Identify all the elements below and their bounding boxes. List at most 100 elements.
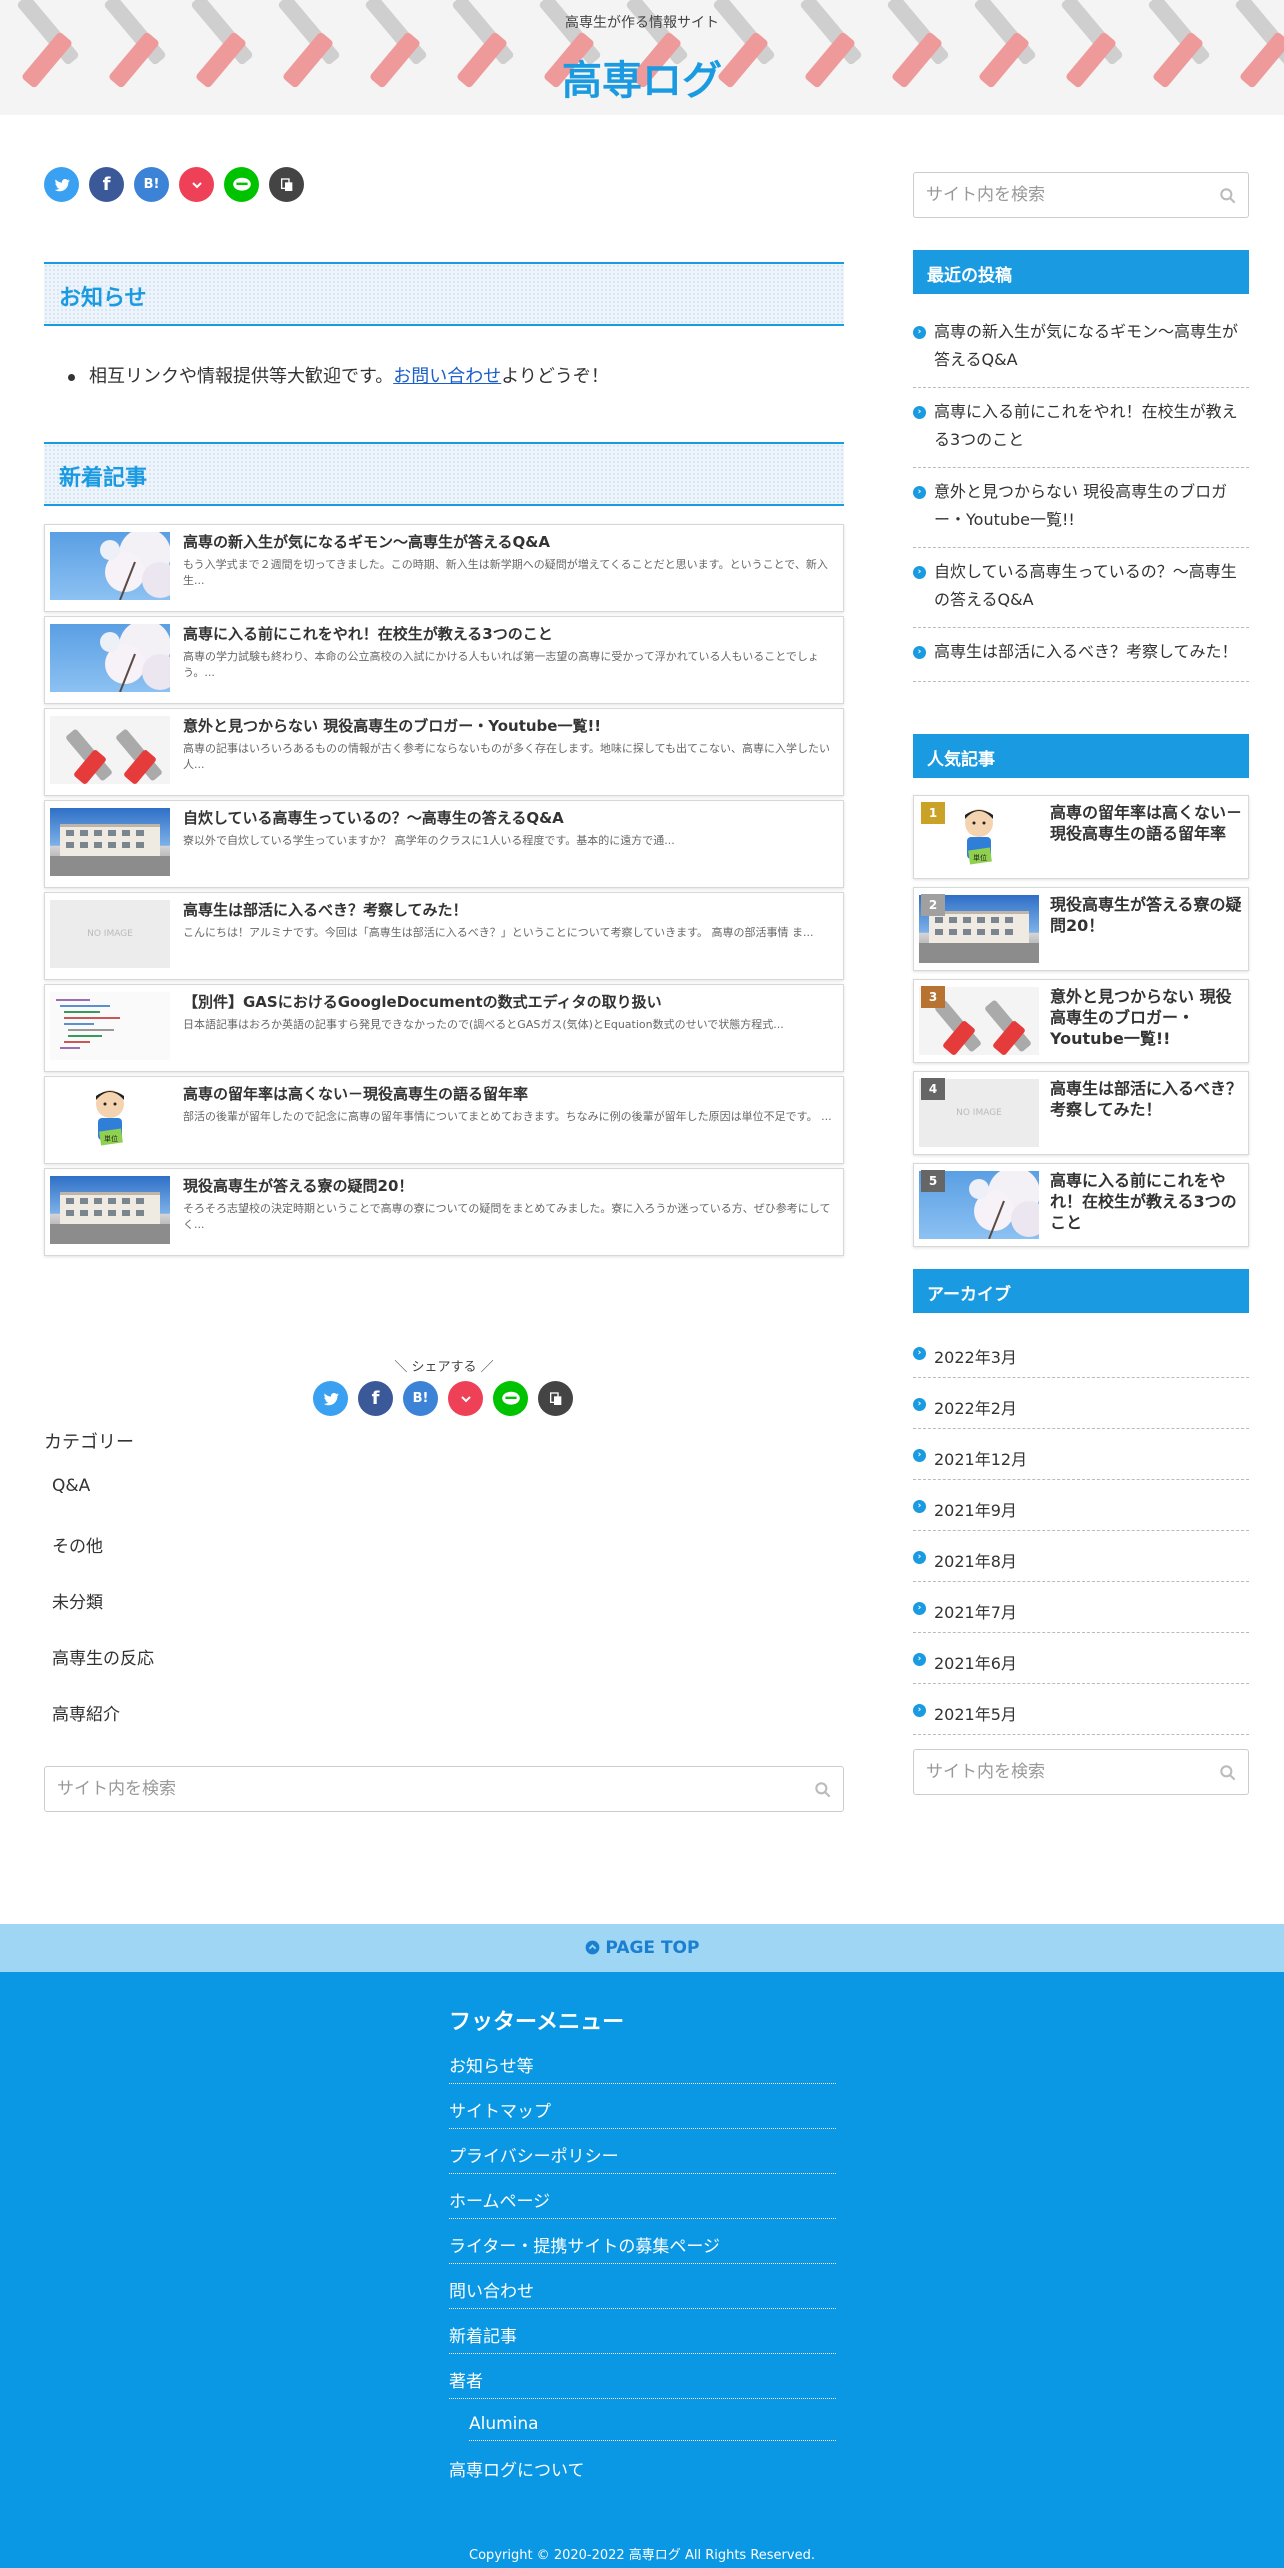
category-link[interactable]: Q&A	[52, 1476, 90, 1496]
facebook-share-button[interactable]: f	[89, 167, 124, 202]
recent-post-link[interactable]: › 高専に入る前にこれをやれ！在校生が教える3つのこと	[913, 398, 1249, 468]
footer-menu-link[interactable]: 著者	[449, 2367, 836, 2399]
cherry-blossom-thumbnail[interactable]	[50, 624, 170, 692]
pocket-share-button[interactable]	[179, 167, 214, 202]
popular-post-card[interactable]: 3 意外と見つからない 現役高専生のブロガー・Youtube一覧!!	[913, 979, 1249, 1063]
popular-post-title[interactable]: 意外と見つからない 現役高専生のブロガー・Youtube一覧!!	[1050, 986, 1242, 1049]
footer-menu-link[interactable]: ホームページ	[449, 2187, 836, 2219]
archive-link[interactable]: › 2021年7月	[913, 1582, 1249, 1633]
article-title[interactable]: 高専の新入生が気になるギモン～高専生が答えるQ&A	[183, 531, 833, 552]
facebook-share-button[interactable]: f	[358, 1381, 393, 1416]
twitter-share-button[interactable]	[313, 1381, 348, 1416]
footer-menu-link[interactable]: サイトマップ	[449, 2097, 836, 2129]
article-card[interactable]: 自炊している高専生っているの？～高専生の答えるQ&A 寮以外で自炊している学生って…	[44, 800, 844, 888]
page-top-label: PAGE TOP	[605, 1938, 700, 1958]
article-card[interactable]: 意外と見つからない 現役高専生のブロガー・Youtube一覧!! 高専の記事はいろ…	[44, 708, 844, 796]
article-card[interactable]: 高専の新入生が気になるギモン～高専生が答えるQ&A もう入学式まで２週間を切ってき…	[44, 524, 844, 612]
site-footer: フッターメニュー お知らせ等 サイトマップ プライバシーポリシー ホームページ ライター…	[0, 1972, 1284, 2568]
line-share-button[interactable]	[224, 167, 259, 202]
popular-post-title[interactable]: 現役高専生が答える寮の疑問20！	[1050, 894, 1242, 936]
category-link[interactable]: 高専生の反応	[52, 1644, 154, 1669]
archive-link[interactable]: › 2021年8月	[913, 1531, 1249, 1582]
recent-post-link[interactable]: › 高専生は部活に入るべき？考察してみた！	[913, 638, 1249, 682]
archive-link[interactable]: › 2021年12月	[913, 1429, 1249, 1480]
search-icon[interactable]	[1218, 186, 1238, 206]
article-title[interactable]: 自炊している高専生っているの？～高専生の答えるQ&A	[183, 807, 833, 828]
main-search-input[interactable]	[57, 1779, 696, 1799]
article-title[interactable]: 意外と見つからない 現役高専生のブロガー・Youtube一覧!!	[183, 715, 833, 736]
search-icon[interactable]	[1218, 1763, 1238, 1783]
sidebar-search-input-2[interactable]	[926, 1762, 1194, 1782]
footer-menu-link[interactable]: 新着記事	[449, 2322, 836, 2354]
archive-month: 2021年7月	[934, 1603, 1017, 1622]
footer-menu-sublink[interactable]: Alumina	[469, 2414, 836, 2441]
category-link[interactable]: 高専紹介	[52, 1700, 120, 1725]
search-icon[interactable]	[813, 1780, 833, 1800]
archive-link[interactable]: › 2021年5月	[913, 1684, 1249, 1735]
hatena-share-button[interactable]: B!	[403, 1381, 438, 1416]
code-screenshot-thumbnail[interactable]	[50, 992, 170, 1060]
share-buttons-bottom: f B!	[313, 1381, 573, 1416]
category-link[interactable]: 未分類	[52, 1588, 103, 1613]
article-title[interactable]: 高専の留年率は高くない－現役高専生の語る留年率	[183, 1083, 833, 1104]
no-image-thumbnail[interactable]: NO IMAGE	[50, 900, 170, 968]
popular-post-title[interactable]: 高専の留年率は高くない－現役高専生の語る留年率	[1050, 802, 1242, 844]
popular-post-card[interactable]: 2 現役高専生が答える寮の疑問20！	[913, 887, 1249, 971]
category-link[interactable]: その他	[52, 1532, 103, 1557]
footer-menu-link[interactable]: 高専ログについて	[449, 2456, 836, 2487]
recent-post-link[interactable]: › 自炊している高専生っているの？～高専生の答えるQ&A	[913, 558, 1249, 628]
article-title[interactable]: 高専に入る前にこれをやれ！在校生が教える3つのこと	[183, 623, 833, 644]
chevron-up-icon	[585, 1940, 599, 1955]
popular-post-card[interactable]: 1 単位 高専の留年率は高くない－現役高専生の語る留年率	[913, 795, 1249, 879]
twitter-icon	[54, 178, 70, 191]
facebook-icon: f	[371, 1388, 380, 1409]
article-title[interactable]: 高専生は部活に入るべき？考察してみた！	[183, 899, 833, 920]
tools-thumbnail[interactable]	[50, 716, 170, 784]
chevron-right-icon: ›	[913, 646, 926, 659]
footer-menu-link[interactable]: プライバシーポリシー	[449, 2142, 836, 2174]
article-card[interactable]: 単位 高専の留年率は高くない－現役高専生の語る留年率 部活の後輩が留年したので記念に…	[44, 1076, 844, 1164]
twitter-share-button[interactable]	[44, 167, 79, 202]
line-share-button[interactable]	[493, 1381, 528, 1416]
page-top-button[interactable]: PAGE TOP	[0, 1924, 1284, 1972]
archive-month: 2022年3月	[934, 1348, 1017, 1367]
cherry-blossom-thumbnail[interactable]	[50, 532, 170, 600]
popular-post-title[interactable]: 高専生は部活に入るべき？考察してみた！	[1050, 1078, 1242, 1120]
footer-menu-link[interactable]: 問い合わせ	[449, 2277, 836, 2309]
article-card[interactable]: 現役高専生が答える寮の疑問20！ そろそろ志望校の決定時期ということで高専の寮につ…	[44, 1168, 844, 1256]
footer-menu-link[interactable]: お知らせ等	[449, 2052, 836, 2084]
archive-link[interactable]: › 2021年9月	[913, 1480, 1249, 1531]
recent-post-link[interactable]: › 高専の新入生が気になるギモン～高専生が答えるQ&A	[913, 318, 1249, 388]
archive-link[interactable]: › 2021年6月	[913, 1633, 1249, 1684]
article-card[interactable]: 高専に入る前にこれをやれ！在校生が教える3つのこと 高専の学力試験も終わり、本命の…	[44, 616, 844, 704]
article-card[interactable]: 【別件】GASにおけるGoogleDocumentの数式エディタの取り扱い日本語…	[44, 984, 844, 1072]
article-excerpt: 日本語記事はおろか英語の記事すら発見できなかったので(調べるとGASガス(気体)…	[183, 1018, 784, 1031]
article-title[interactable]: 現役高専生が答える寮の疑問20！	[183, 1175, 833, 1196]
rank-badge: 2	[921, 894, 945, 916]
archive-link[interactable]: › 2022年2月	[913, 1378, 1249, 1429]
contact-link[interactable]: お問い合わせ	[393, 366, 501, 387]
popular-post-card[interactable]: 5 高専に入る前にこれをやれ！在校生が教える3つのこと	[913, 1163, 1249, 1247]
dormitory-building-thumbnail[interactable]	[50, 808, 170, 876]
footer-menu-link[interactable]: ライター・提携サイトの募集ページ	[449, 2232, 836, 2264]
popular-post-title[interactable]: 高専に入る前にこれをやれ！在校生が教える3つのこと	[1050, 1170, 1242, 1233]
recent-post-title: 高専生は部活に入るべき？考察してみた！	[934, 642, 1238, 661]
rank-badge: 3	[921, 986, 945, 1008]
article-card[interactable]: NO IMAGE 高専生は部活に入るべき？考察してみた！ こんにちは！アルミナです。…	[44, 892, 844, 980]
notice-text: 相互リンクや情報提供等大歓迎です。お問い合わせよりどうぞ！	[68, 362, 609, 388]
rank-badge: 1	[921, 802, 945, 824]
recent-post-title: 自炊している高専生っているの？～高専生の答えるQ&A	[934, 562, 1237, 609]
article-title[interactable]: 【別件】GASにおけるGoogleDocumentの数式エディタの取り扱い	[183, 991, 833, 1012]
hatena-share-button[interactable]: B!	[134, 167, 169, 202]
site-title[interactable]: 高専ログ	[0, 48, 1284, 106]
archive-link[interactable]: › 2022年3月	[913, 1327, 1249, 1378]
student-illustration-thumbnail[interactable]: 単位	[50, 1084, 170, 1152]
line-icon	[501, 1391, 520, 1405]
recent-post-link[interactable]: › 意外と見つからない 現役高専生のブロガー・Youtube一覧!!	[913, 478, 1249, 548]
copy-link-button[interactable]	[538, 1381, 573, 1416]
sidebar-search-input[interactable]	[926, 185, 1194, 205]
copy-link-button[interactable]	[269, 167, 304, 202]
popular-post-card[interactable]: 4 NO IMAGE 高専生は部活に入るべき？考察してみた！	[913, 1071, 1249, 1155]
dormitory-building-thumbnail[interactable]	[50, 1176, 170, 1244]
pocket-share-button[interactable]	[448, 1381, 483, 1416]
